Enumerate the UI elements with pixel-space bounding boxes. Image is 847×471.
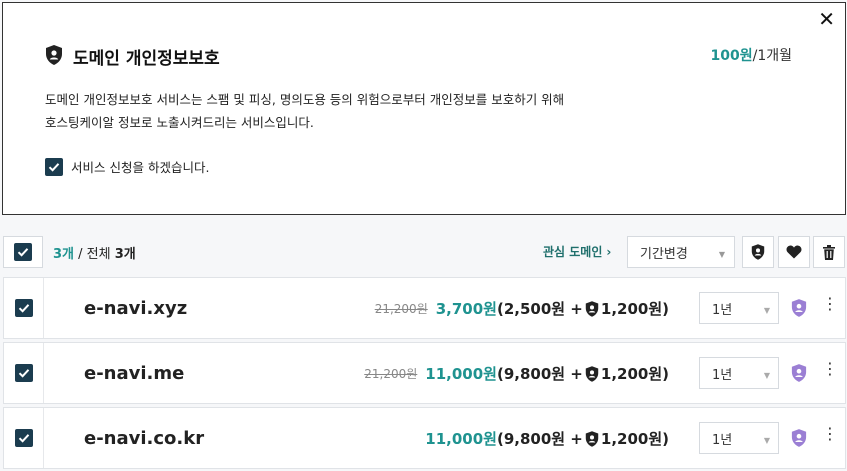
row-check[interactable] [14,364,33,382]
original-price: 21,200원 [374,302,428,316]
description-line: 도메인 개인정보보호 서비스는 스팸 및 피싱, 명의도용 등의 위험으로부터 … [45,92,565,107]
panel-header: 도메인 개인정보보호 [45,44,220,69]
price-breakdown-domain: (2,500원 + [496,300,583,318]
favorite-domains-link[interactable]: 관심 도메인 › [543,243,611,260]
agree-checkbox[interactable] [45,157,63,176]
domain-list-toolbar: 3개 / 전체 3개 관심 도메인 › 기간변경 ▼ [0,227,847,273]
check-icon [18,304,29,313]
shield-person-icon [585,300,599,317]
domain-name: e-navi.me [84,363,185,384]
selected-count: 3개 [53,247,75,262]
privacy-badge-icon[interactable] [791,364,807,386]
agree-checkbox-row[interactable]: 서비스 신청을 하겠습니다. [45,157,209,176]
price-period: /1개월 [752,48,792,64]
caret-down-icon: ▼ [763,371,770,380]
term-select[interactable]: 1년 ▼ [699,292,779,324]
total-price: 11,000원 [425,365,497,383]
price-breakdown-domain: (9,800원 + [496,365,583,383]
period-change-select[interactable]: 기간변경 ▼ [627,236,735,268]
domain-name: e-navi.co.kr [84,428,205,449]
privacy-bulk-button[interactable] [742,236,774,268]
price-breakdown-privacy: 1,200원) [600,300,669,318]
privacy-badge-icon[interactable] [791,299,807,321]
select-all-checkbox[interactable] [3,236,43,268]
heart-icon [786,245,802,259]
term-value: 1년 [712,432,733,448]
row-pricing: 11,000원 (9,800원 + 1,200원) [425,428,669,449]
table-row: e-navi.me 21,200원 11,000원 (9,800원 + 1,20… [3,342,846,404]
panel-title: 도메인 개인정보보호 [73,49,220,69]
agree-label: 서비스 신청을 하겠습니다. [71,160,210,175]
privacy-badge-icon[interactable] [791,429,807,451]
total-price: 3,700원 [435,300,497,318]
row-checkbox[interactable] [4,278,44,338]
row-checkbox[interactable] [4,343,44,403]
check-icon [17,248,29,257]
shield-person-icon [751,244,765,260]
price-breakdown-privacy: 1,200원) [600,365,669,383]
shield-person-icon [585,430,599,447]
row-pricing: 21,200원 3,700원 (2,500원 + 1,200원) [375,298,669,319]
original-price: 21,200원 [364,367,418,381]
selection-count: 3개 / 전체 3개 [53,243,136,262]
caret-down-icon: ▼ [763,436,770,445]
select-all-check[interactable] [14,243,32,261]
table-row: e-navi.xyz 21,200원 3,700원 (2,500원 + 1,20… [3,277,846,339]
caret-down-icon: ▼ [718,250,725,259]
term-value: 1년 [712,302,733,318]
domain-name: e-navi.xyz [84,298,188,319]
service-description: 도메인 개인정보보호 서비스는 스팸 및 피싱, 명의도용 등의 위험으로부터 … [45,88,685,134]
favorites-label: 관심 도메인 [543,245,603,259]
more-options-icon[interactable]: ⋮ [822,426,838,442]
row-check[interactable] [14,299,33,317]
period-label: 기간변경 [640,246,688,262]
table-row: e-navi.co.kr 11,000원 (9,800원 + 1,200원) 1… [3,407,846,469]
count-separator: / 전체 [74,247,115,262]
row-check[interactable] [14,429,33,447]
row-checkbox[interactable] [4,408,44,468]
service-price: 100원/1개월 [711,45,793,65]
check-icon [18,369,29,378]
privacy-service-panel: ✕ 도메인 개인정보보호 100원/1개월 도메인 개인정보보호 서비스는 스팸… [2,2,846,215]
check-icon [48,162,60,172]
total-price: 11,000원 [425,430,497,448]
term-select[interactable]: 1년 ▼ [699,357,779,389]
more-options-icon[interactable]: ⋮ [822,296,838,312]
check-icon [18,434,29,443]
close-icon[interactable]: ✕ [818,9,835,29]
term-value: 1년 [712,367,733,383]
price-breakdown-privacy: 1,200원) [600,430,669,448]
term-select[interactable]: 1년 ▼ [699,422,779,454]
caret-down-icon: ▼ [763,306,770,315]
row-pricing: 21,200원 11,000원 (9,800원 + 1,200원) [364,363,669,384]
price-amount: 100원 [710,48,753,64]
delete-button[interactable] [813,236,845,268]
total-count: 3개 [114,247,136,262]
price-breakdown-domain: (9,800원 + [496,430,583,448]
shield-person-icon [45,44,63,69]
shield-person-icon [585,365,599,382]
trash-icon [823,244,835,260]
more-options-icon[interactable]: ⋮ [822,361,838,377]
add-favorite-button[interactable] [778,236,810,268]
description-line: 호스팅케이알 정보로 노출시켜드리는 서비스입니다. [45,115,314,130]
chevron-right-icon: › [606,244,612,259]
